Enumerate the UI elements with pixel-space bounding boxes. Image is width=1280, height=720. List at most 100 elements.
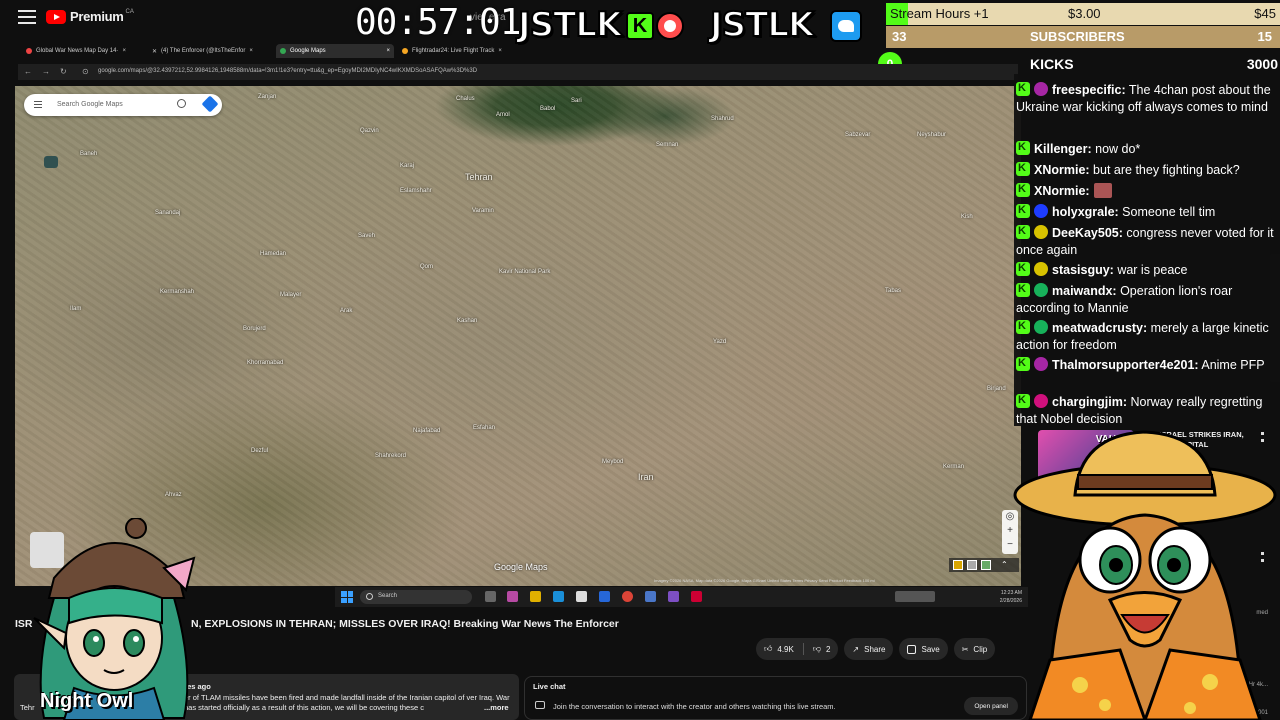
layer-icon[interactable] (967, 560, 977, 570)
close-icon[interactable]: × (122, 48, 126, 54)
copilot-icon[interactable] (507, 591, 518, 602)
chat-username[interactable]: XNormie: (1034, 163, 1090, 177)
description-more-link[interactable]: ...more (484, 703, 509, 712)
map-city-label[interactable]: Kavir National Park (499, 269, 550, 275)
file-explorer-icon[interactable] (530, 591, 541, 602)
map-city-label[interactable]: Neyshabur (917, 132, 946, 138)
chat-username[interactable]: Killenger: (1034, 142, 1092, 156)
pegman-icon[interactable] (953, 560, 963, 570)
layers-strip[interactable]: ⌃ (949, 558, 1019, 572)
map-city-label[interactable]: Varamin (472, 208, 494, 214)
map-city-label[interactable]: Zanjan (258, 94, 276, 100)
chat-username[interactable]: maiwandx: (1052, 284, 1117, 298)
map-city-label[interactable]: Tehran (465, 172, 493, 182)
map-city-label[interactable]: Arak (340, 308, 352, 314)
close-icon[interactable]: × (386, 48, 390, 54)
map-city-label[interactable]: Kashan (457, 318, 477, 324)
bird-mascot-avatar (1013, 430, 1277, 720)
map-city-label[interactable]: Karaj (400, 163, 414, 169)
chat-username[interactable]: Thalmorsupporter4e201: (1052, 358, 1199, 372)
app-icon[interactable] (645, 591, 656, 602)
chat-username[interactable]: stasisguy: (1052, 263, 1114, 277)
chat-username[interactable]: freespecific: (1052, 83, 1126, 97)
chat-username[interactable]: holyxgrale: (1052, 205, 1119, 219)
forward-icon[interactable]: → (42, 67, 50, 76)
map-search-input[interactable]: Search Google Maps (57, 101, 123, 108)
chrome-icon[interactable] (622, 591, 633, 602)
reload-icon[interactable]: ↻ (60, 67, 67, 76)
map-city-label[interactable]: Hamedan (260, 251, 286, 257)
address-bar[interactable]: ← → ↻ ⊙ google.com/maps/@32.4397212,52.9… (18, 64, 1018, 80)
chat-username[interactable]: chargingjim: (1052, 395, 1127, 409)
map-city-label[interactable]: Eslamshahr (400, 188, 432, 194)
map-city-label[interactable]: Khorramabad (247, 360, 283, 366)
map-city-label[interactable]: Ahvaz (165, 492, 182, 498)
thumbs-up-icon[interactable]: 👍︎ (764, 644, 772, 654)
map-city-label[interactable]: Baneh (80, 151, 97, 157)
save-button[interactable]: Save (899, 638, 948, 660)
directions-icon[interactable] (201, 95, 219, 113)
layer-icon[interactable] (981, 560, 991, 570)
tab-google-maps[interactable]: Google Maps × (276, 44, 394, 58)
map-city-label[interactable]: Kermanshah (160, 289, 194, 295)
map-city-label[interactable]: Esfahan (473, 425, 495, 431)
chat-username[interactable]: XNormie: (1034, 184, 1090, 198)
map-city-label[interactable]: Amol (496, 112, 510, 118)
mail-icon[interactable] (599, 591, 610, 602)
tab-global-war-news[interactable]: Global War News Map Day 14· × (22, 44, 130, 58)
map-search-box[interactable]: Search Google Maps (24, 94, 222, 116)
store-icon[interactable] (576, 591, 587, 602)
user-avatar-icon (1034, 225, 1048, 239)
map-city-label[interactable]: Babol (540, 106, 555, 112)
map-city-label[interactable]: Shahrekord (375, 453, 406, 459)
site-info-icon[interactable]: ⊙ (82, 67, 89, 76)
edge-icon[interactable] (553, 591, 564, 602)
map-city-label[interactable]: Tabas (885, 288, 901, 294)
map-city-label[interactable]: Kerman (943, 464, 964, 470)
like-dislike-button[interactable]: 👍︎ 4.9K 👎︎ 2 (756, 638, 839, 660)
map-city-label[interactable]: Meybod (602, 459, 623, 465)
map-city-label[interactable]: Ilam (70, 306, 81, 312)
close-icon[interactable]: × (498, 48, 502, 54)
map-city-label[interactable]: Chalus (456, 96, 475, 102)
map-city-label[interactable]: Saveh (358, 233, 375, 239)
map-city-label[interactable]: Dezful (251, 448, 268, 454)
satellite-map[interactable]: Tehran Iran Esfahan Qom Kashan Karaj Qazvin Zan… (15, 86, 1021, 586)
windows-taskbar: Search 12:23 AM 2/28/2026 (335, 587, 1028, 607)
windows-start-icon[interactable] (341, 591, 353, 603)
close-icon[interactable]: × (249, 48, 253, 54)
map-city-label[interactable]: Iran (638, 472, 654, 482)
search-icon[interactable] (177, 99, 186, 108)
chat-username[interactable]: meatwadcrusty: (1052, 321, 1147, 335)
map-city-label[interactable]: Najafabad (413, 428, 440, 434)
share-button[interactable]: ↗ Share (844, 638, 894, 660)
google-maps-watermark: Google Maps (494, 562, 548, 572)
thumbs-down-icon[interactable]: 👎︎ (813, 644, 821, 654)
taskbar-search[interactable]: Search (360, 590, 472, 604)
map-city-label[interactable]: Semnan (656, 142, 678, 148)
clip-button[interactable]: ✂ Clip (953, 638, 996, 660)
hamburger-menu-icon[interactable] (18, 10, 36, 24)
task-view-icon[interactable] (485, 591, 496, 602)
youtube-logo[interactable]: Premium CA (46, 9, 134, 24)
map-city-label[interactable]: Yazd (713, 339, 726, 345)
map-city-label[interactable]: Qazvin (360, 128, 379, 134)
map-city-label[interactable]: Sanandaj (155, 210, 180, 216)
chat-username[interactable]: DeeKay505: (1052, 226, 1123, 240)
map-city-label[interactable]: Borujerd (243, 326, 266, 332)
tab-the-enforcer[interactable]: ✕ (4) The Enforcer (@ItsTheEnfor × (148, 44, 257, 58)
map-city-label[interactable]: Malayer (280, 292, 301, 298)
map-city-label[interactable]: Sabzevar (845, 132, 870, 138)
map-city-label[interactable]: Birjand (987, 386, 1006, 392)
obs-icon[interactable] (691, 591, 702, 602)
discord-icon[interactable] (668, 591, 679, 602)
map-city-label[interactable]: Shahrud (711, 116, 734, 122)
map-city-label[interactable]: Sari (571, 98, 582, 104)
back-icon[interactable]: ← (24, 67, 32, 76)
map-city-label[interactable]: Qom (420, 264, 433, 270)
map-city-label[interactable]: Kish (961, 214, 973, 220)
tray-icons[interactable] (895, 591, 935, 602)
tab-flightradar[interactable]: Flightradar24: Live Flight Track × (398, 44, 506, 58)
map-menu-icon[interactable] (34, 101, 42, 108)
kick-badge-icon (1016, 392, 1030, 409)
